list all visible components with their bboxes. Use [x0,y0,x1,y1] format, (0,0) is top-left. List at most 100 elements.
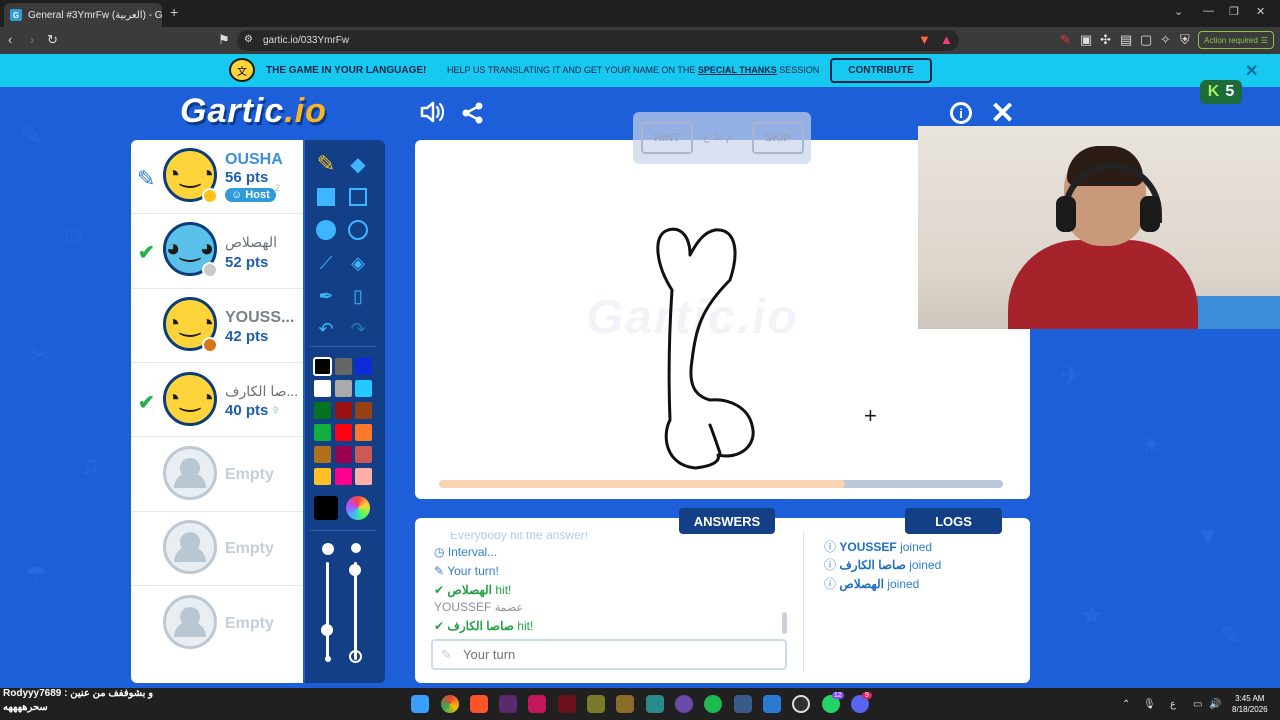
color-swatch[interactable] [334,446,352,463]
status-dot [202,188,218,204]
app-icon[interactable] [528,695,546,713]
banner-close-icon[interactable]: ✕ [1245,61,1258,81]
app-icon[interactable] [558,695,576,713]
eyedropper-tool-icon[interactable]: ✒ [310,280,342,312]
answers-tab[interactable]: ANSWERS [679,508,775,534]
app-icon[interactable] [734,695,752,713]
app-icon[interactable] [587,695,605,713]
back-icon[interactable]: ‹ [8,32,12,47]
player-row[interactable] [131,363,303,437]
page-tool-icon[interactable]: ▯ [342,280,374,312]
taskbar-clock[interactable]: 3:45 AM 8/18/2026 [1232,693,1268,715]
windows-start-icon[interactable] [411,695,429,713]
current-color-swatch[interactable] [314,496,338,520]
color-swatch[interactable] [355,468,372,485]
color-wheel-icon[interactable] [346,496,370,520]
window-close-icon[interactable]: ✕ [1256,5,1265,18]
color-swatch[interactable] [314,402,331,419]
action-required-button[interactable]: Action required ☰ [1198,31,1274,49]
color-swatch[interactable] [314,424,331,441]
color-swatch[interactable] [355,358,372,375]
rectangle-tool-icon[interactable] [342,181,374,213]
filled-circle-tool-icon[interactable] [310,214,342,246]
vpn-icon[interactable]: ⛨ [1180,32,1190,48]
reload-icon[interactable]: ↻ [47,32,58,48]
pencil-tool-icon[interactable]: ✎ [310,148,342,180]
color-swatch[interactable] [314,468,331,485]
player-row[interactable] [131,215,303,289]
answer-input[interactable] [431,639,787,670]
app-icon[interactable] [646,695,664,713]
obs-icon[interactable] [792,695,810,713]
chat-scrollbar[interactable] [782,612,787,634]
tray-expand-icon[interactable]: ⌃ [1122,699,1130,710]
app-icon[interactable] [763,695,781,713]
player-name: YOUSS... [225,309,295,326]
translate-icon: 文 [229,58,255,82]
opacity-knob[interactable] [349,564,361,576]
skip-button[interactable]: SKIP [752,122,804,154]
brave-rewards-icon[interactable]: ▲ [940,32,953,47]
info-icon[interactable]: i [950,102,972,124]
color-swatch[interactable] [334,402,352,419]
color-swatch[interactable] [334,468,352,485]
maximize-icon[interactable]: ❐ [1229,5,1239,18]
color-swatch[interactable] [314,380,331,397]
extension-icon[interactable]: ✎ [1060,32,1071,48]
undo-icon[interactable]: ↶ [310,313,342,345]
microphone-icon[interactable]: 🎙 [1143,699,1156,710]
color-swatch[interactable] [334,380,352,397]
chrome-icon[interactable] [441,695,459,713]
address-bar[interactable]: gartic.io/033YmrFw [237,30,959,51]
brush-size-knob[interactable] [321,624,333,636]
fill-bucket-tool-icon[interactable]: ◈ [342,247,374,279]
tab-search-icon[interactable]: ⌄ [1174,5,1183,18]
eraser-tool-icon[interactable]: ◆ [342,148,374,180]
opacity-slider[interactable] [354,562,357,660]
color-swatch[interactable] [355,402,372,419]
color-swatch[interactable] [314,446,331,463]
redo-icon[interactable]: ↷ [342,313,374,345]
forward-icon[interactable]: › [30,32,34,47]
extension-icon[interactable]: ▣ [1080,32,1092,48]
player-points: 40 pts [225,402,269,419]
brave-icon[interactable] [470,695,488,713]
brush-size-slider[interactable] [326,562,329,660]
browser-tab[interactable]: G General #3YmrFw (العربية) - G ✕ [4,3,162,27]
size-small-dot [322,543,334,555]
sound-icon[interactable] [420,100,446,124]
line-tool-icon[interactable]: ⟋ [310,247,342,279]
share-icon[interactable] [462,102,484,124]
extensions-puzzle-icon[interactable]: ✣ [1100,32,1111,48]
bookmark-icon[interactable]: ⚑ [218,32,230,48]
sidebar-icon[interactable]: ▤ [1120,32,1132,48]
color-swatch[interactable] [355,380,372,397]
site-info-icon[interactable]: ⚙ [244,34,253,45]
spotify-icon[interactable] [704,695,722,713]
color-swatch[interactable] [355,446,372,463]
wallet-icon[interactable]: ▢ [1140,32,1152,48]
network-icon[interactable]: ▭ [1193,699,1202,710]
special-thanks-link[interactable]: SPECIAL THANKS [698,65,777,75]
circle-tool-icon[interactable] [342,214,374,246]
logs-tab[interactable]: LOGS [905,508,1002,534]
volume-icon[interactable]: 🔊 [1209,699,1221,710]
avatar: ◔‿◔ [163,372,217,426]
hint-button[interactable]: HINT [641,122,693,154]
kahoot-badge[interactable]: K5 [1200,80,1242,104]
app-icon[interactable] [499,695,517,713]
filled-rectangle-tool-icon[interactable] [310,181,342,213]
color-swatch[interactable] [355,424,372,441]
color-swatch[interactable] [334,358,352,375]
status-dot [202,337,218,353]
contribute-button[interactable]: CONTRIBUTE [830,58,932,83]
minimize-icon[interactable]: — [1203,5,1214,17]
app-icon[interactable] [616,695,634,713]
new-tab-icon[interactable]: + [170,4,178,20]
app-icon[interactable] [675,695,693,713]
windows-taskbar [0,688,1280,720]
keyboard-language[interactable]: ع [1170,699,1176,710]
brave-shield-icon[interactable]: ▼ [918,32,931,47]
leo-ai-icon[interactable]: ✧ [1160,32,1171,48]
color-swatch[interactable] [334,424,352,441]
